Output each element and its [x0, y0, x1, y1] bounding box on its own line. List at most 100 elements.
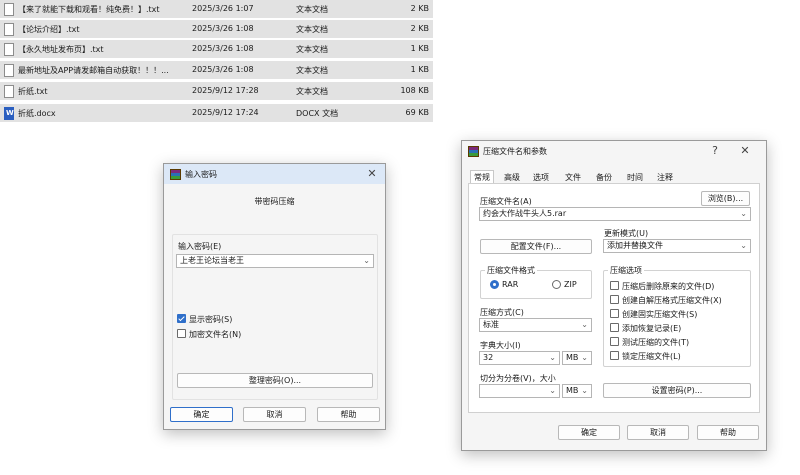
file-row[interactable]: 折纸.txt 2025/9/12 17:28 文本文档 108 KB [0, 82, 433, 102]
format-group-label: 压缩文件格式 [485, 265, 537, 276]
txt-file-icon [4, 43, 14, 56]
ok-button[interactable]: 确定 [558, 425, 620, 440]
close-icon[interactable]: ✕ [736, 144, 754, 158]
encrypt-names-checkbox[interactable] [177, 329, 186, 338]
file-row[interactable]: 最新地址及APP请发邮箱自动获取！！！... 2025/3/26 1:08 文本… [0, 61, 433, 81]
ok-button[interactable]: 确定 [170, 407, 233, 422]
format-zip-radio[interactable] [552, 280, 561, 289]
file-size: 69 KB [405, 108, 429, 117]
file-row[interactable]: 【永久地址发布页】.txt 2025/3/26 1:08 文本文档 1 KB [0, 40, 433, 60]
chevron-down-icon[interactable]: ⌄ [740, 208, 747, 220]
tab-time[interactable]: 时间 [627, 172, 643, 183]
organize-passwords-button[interactable]: 整理密码(O)... [177, 373, 373, 388]
file-name: 【论坛介绍】.txt [18, 25, 80, 34]
recovery-record-checkbox[interactable] [610, 323, 619, 332]
option-label: 压缩后删除原来的文件(D) [622, 282, 715, 291]
encrypt-names-label: 加密文件名(N) [189, 330, 242, 339]
option-label: 创建自解压格式压缩文件(X) [622, 296, 722, 305]
set-password-button[interactable]: 设置密码(P)... [603, 383, 751, 398]
chevron-down-icon[interactable]: ⌄ [363, 255, 370, 267]
file-type: 文本文档 [296, 5, 328, 14]
profiles-button[interactable]: 配置文件(F)... [480, 239, 592, 254]
split-unit: MB [566, 386, 579, 395]
dictionary-unit: MB [566, 353, 579, 362]
test-files-checkbox[interactable] [610, 337, 619, 346]
tab-files[interactable]: 文件 [565, 172, 581, 183]
close-icon[interactable]: ✕ [363, 167, 381, 181]
archive-dialog-titlebar[interactable]: 压缩文件名和参数 ? ✕ [462, 141, 766, 161]
file-size: 1 KB [410, 44, 429, 53]
password-label: 输入密码(E) [178, 242, 222, 251]
browse-button[interactable]: 浏览(B)... [701, 191, 750, 206]
password-dialog-titlebar[interactable]: 输入密码 ✕ [164, 164, 385, 184]
file-row[interactable]: 【来了就能下载和观看！纯免费！】.txt 2025/3/26 1:07 文本文档… [0, 0, 433, 20]
tab-comment[interactable]: 注释 [657, 172, 673, 183]
file-date: 2025/3/26 1:08 [192, 24, 254, 33]
txt-file-icon [4, 85, 14, 98]
format-rar-label: RAR [502, 280, 519, 289]
format-rar-radio[interactable] [490, 280, 499, 289]
tab-general[interactable]: 常规 [470, 170, 494, 184]
tab-backup[interactable]: 备份 [596, 172, 612, 183]
option-label: 添加恢复记录(E) [622, 324, 682, 333]
file-type: 文本文档 [296, 45, 328, 54]
file-name: 折纸.txt [18, 87, 48, 96]
chevron-down-icon[interactable]: ⌄ [549, 385, 556, 397]
file-size: 2 KB [410, 24, 429, 33]
show-password-label: 显示密码(S) [189, 315, 233, 324]
method-select[interactable]: 标准 ⌄ [479, 318, 592, 332]
help-icon[interactable]: ? [706, 144, 724, 158]
split-volume-label: 切分为分卷(V)，大小 [480, 374, 556, 383]
tab-advanced[interactable]: 高级 [504, 172, 520, 183]
update-mode-label: 更新模式(U) [604, 229, 649, 238]
file-date: 2025/9/12 17:28 [192, 86, 259, 95]
file-name: 【来了就能下载和观看！纯免费！】.txt [18, 5, 160, 14]
file-size: 1 KB [410, 65, 429, 74]
chevron-down-icon[interactable]: ⌄ [740, 240, 747, 252]
docx-file-icon [4, 107, 14, 120]
lock-archive-checkbox[interactable] [610, 351, 619, 360]
archive-name-input[interactable]: 约会大作战牛头人5.rar ⌄ [479, 207, 751, 221]
chevron-down-icon[interactable]: ⌄ [581, 385, 588, 397]
file-row[interactable]: 折纸.docx 2025/9/12 17:24 DOCX 文档 69 KB [0, 104, 433, 124]
chevron-down-icon[interactable]: ⌄ [549, 352, 556, 364]
archive-dialog: 压缩文件名和参数 ? ✕ 常规 高级 选项 文件 备份 时间 注释 压缩文件名(… [461, 140, 767, 451]
cancel-button[interactable]: 取消 [243, 407, 306, 422]
sfx-checkbox[interactable] [610, 295, 619, 304]
password-dialog: 输入密码 ✕ 带密码压缩 输入密码(E) 上老王论坛当老王 ⌄ 显示密码(S) … [163, 163, 386, 430]
file-name: 折纸.docx [18, 109, 56, 118]
dialog-title: 压缩文件名和参数 [483, 147, 547, 156]
split-volume-input[interactable]: ⌄ [479, 384, 560, 398]
chevron-down-icon[interactable]: ⌄ [581, 352, 588, 364]
file-type: DOCX 文档 [296, 109, 339, 118]
format-zip-label: ZIP [564, 280, 577, 289]
archive-name-value: 约会大作战牛头人5.rar [483, 209, 567, 218]
dictionary-select[interactable]: 32 ⌄ [479, 351, 560, 365]
update-mode-value: 添加并替换文件 [607, 241, 663, 250]
dictionary-value: 32 [483, 353, 494, 362]
file-type: 文本文档 [296, 25, 328, 34]
delete-after-checkbox[interactable] [610, 281, 619, 290]
file-date: 2025/3/26 1:07 [192, 4, 254, 13]
file-name: 最新地址及APP请发邮箱自动获取！！！... [18, 66, 169, 75]
show-password-checkbox[interactable] [177, 314, 186, 323]
help-button[interactable]: 帮助 [697, 425, 759, 440]
options-group-label: 压缩选项 [608, 265, 644, 276]
update-mode-select[interactable]: 添加并替换文件 ⌄ [603, 239, 751, 253]
method-label: 压缩方式(C) [480, 308, 524, 317]
dictionary-unit-select[interactable]: MB ⌄ [562, 351, 592, 365]
help-button[interactable]: 帮助 [317, 407, 380, 422]
password-heading: 带密码压缩 [254, 197, 295, 206]
file-type: 文本文档 [296, 87, 328, 96]
file-size: 108 KB [400, 86, 429, 95]
password-input[interactable]: 上老王论坛当老王 ⌄ [176, 254, 374, 268]
option-label: 创建固实压缩文件(S) [622, 310, 698, 319]
file-date: 2025/3/26 1:08 [192, 44, 254, 53]
chevron-down-icon[interactable]: ⌄ [581, 319, 588, 331]
file-row[interactable]: 【论坛介绍】.txt 2025/3/26 1:08 文本文档 2 KB [0, 20, 433, 40]
tab-options[interactable]: 选项 [533, 172, 549, 183]
solid-checkbox[interactable] [610, 309, 619, 318]
cancel-button[interactable]: 取消 [627, 425, 689, 440]
txt-file-icon [4, 23, 14, 36]
split-unit-select[interactable]: MB ⌄ [562, 384, 592, 398]
